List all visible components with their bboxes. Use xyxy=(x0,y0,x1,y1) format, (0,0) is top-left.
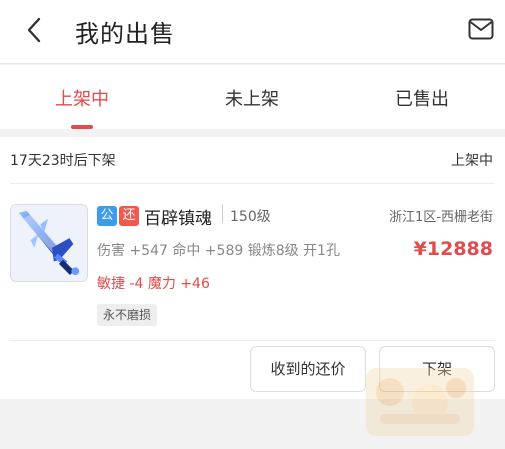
item-extra-stats: 敏捷 -4 魔力 +46 xyxy=(97,276,210,292)
tab-sold[interactable]: 已售出 xyxy=(352,85,492,115)
divider xyxy=(10,340,495,341)
separator xyxy=(222,205,223,223)
listing-status-row: 17天23时后下架 上架中 xyxy=(0,137,505,183)
badge-negotiable: 还 xyxy=(119,206,139,226)
item-tag: 永不磨损 xyxy=(97,304,158,326)
tab-not-listed[interactable]: 未上架 xyxy=(182,85,322,115)
delist-button[interactable]: 下架 xyxy=(379,346,495,392)
received-offers-button[interactable]: 收到的还价 xyxy=(250,346,366,392)
listing-card: 17天23时后下架 上架中 公 还 百辟镇魂 150级 浙江1区-西栅老街 伤害… xyxy=(0,137,505,399)
divider xyxy=(10,183,495,184)
time-remaining: 17天23时后下架 xyxy=(10,153,116,169)
back-button[interactable] xyxy=(18,12,50,48)
server-name: 浙江1区-西栅老街 xyxy=(389,210,493,225)
badge-public: 公 xyxy=(97,206,117,226)
tab-bar: 上架中 未上架 已售出 xyxy=(0,65,505,129)
app-header: 我的出售 xyxy=(0,0,505,64)
mail-button[interactable] xyxy=(466,16,496,42)
tab-on-sale[interactable]: 上架中 xyxy=(12,85,152,115)
active-tab-indicator xyxy=(71,125,93,129)
item-name[interactable]: 百辟镇魂 xyxy=(144,204,212,229)
item-price: ¥12888 xyxy=(413,238,493,260)
sword-icon xyxy=(11,205,87,281)
mail-icon xyxy=(468,18,494,40)
chevron-left-icon xyxy=(27,17,41,43)
item-level: 150级 xyxy=(230,209,271,225)
item-stats: 伤害 +547 命中 +589 锻炼8级 开1孔 xyxy=(97,243,340,259)
page-background xyxy=(0,399,505,449)
item-thumbnail[interactable] xyxy=(10,204,88,282)
page-title: 我的出售 xyxy=(75,20,175,48)
listing-status: 上架中 xyxy=(451,153,493,169)
